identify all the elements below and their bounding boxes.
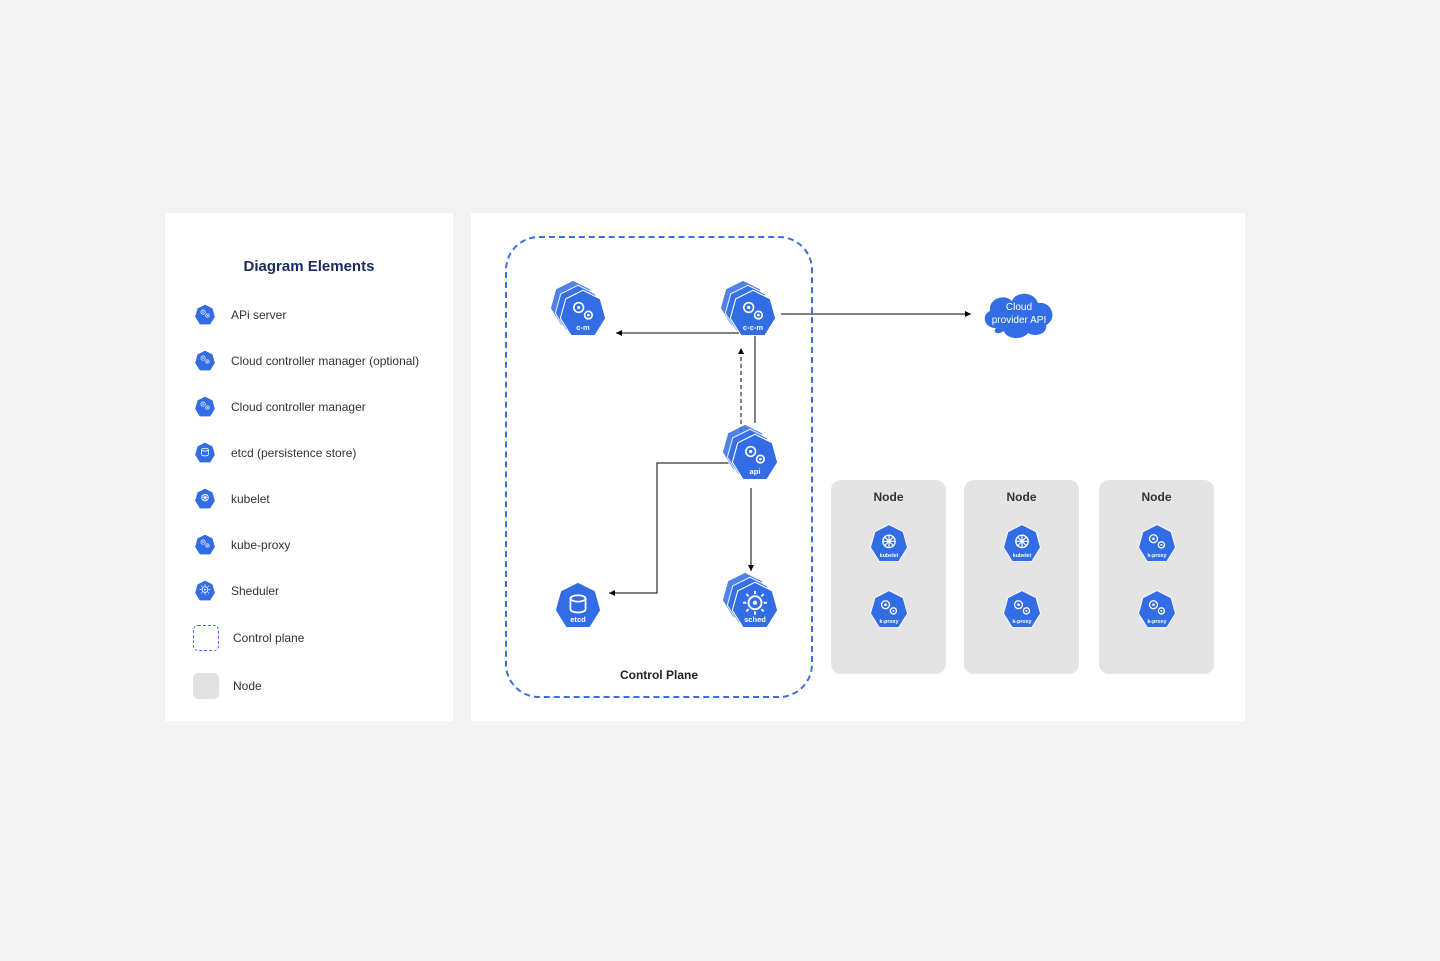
legend-label: kubelet (231, 492, 270, 506)
legend-item-kube-proxy: kube-proxy (193, 533, 425, 557)
kube-proxy-icon: k-proxy (1135, 522, 1179, 566)
worker-node-1: Node kubelet k-proxy (831, 480, 946, 674)
cloud-provider-api: Cloud provider API (976, 283, 1062, 343)
kube-proxy-icon (193, 533, 217, 557)
svg-text:c-c-m: c-c-m (743, 323, 763, 332)
kubelet-icon: kubelet (867, 522, 911, 566)
legend-label: Node (233, 679, 262, 693)
legend-item-etcd: etcd (persistence store) (193, 441, 425, 465)
etcd-icon (193, 441, 217, 465)
legend-title: Diagram Elements (193, 258, 425, 275)
legend-panel: Diagram Elements APi server Cloud contro… (165, 213, 453, 721)
cloud-label-1: Cloud (1006, 302, 1032, 313)
diagram-panel: Control Plane c-m (471, 213, 1245, 721)
node-swatch (193, 673, 219, 699)
kube-proxy-icon: k-proxy (1000, 588, 1044, 632)
kubelet-icon: kubelet (1000, 522, 1044, 566)
legend-item-control-plane: Control plane (193, 625, 425, 651)
worker-node-3: Node k-proxy k-proxy (1099, 480, 1214, 674)
cloud-controller-icon (193, 395, 217, 419)
svg-text:kubelet: kubelet (1012, 553, 1031, 559)
kubelet-icon (193, 487, 217, 511)
worker-node-2: Node kubelet k-proxy (964, 480, 1079, 674)
svg-text:sched: sched (744, 615, 766, 624)
cloud-label-2: provider API (992, 315, 1046, 326)
legend-label: APi server (231, 308, 286, 322)
node-title: Node (874, 490, 904, 504)
controller-manager-node: c-m (556, 287, 610, 341)
svg-text:k-proxy: k-proxy (1012, 619, 1031, 625)
legend-item-kubelet: kubelet (193, 487, 425, 511)
svg-text:k-proxy: k-proxy (1147, 619, 1166, 625)
node-title: Node (1142, 490, 1172, 504)
kube-proxy-icon: k-proxy (867, 588, 911, 632)
api-server-icon (193, 303, 217, 327)
control-plane-label: Control Plane (507, 668, 811, 682)
svg-text:kubelet: kubelet (879, 553, 898, 559)
legend-item-node: Node (193, 673, 425, 699)
api-server-node: api (728, 431, 782, 485)
legend-label: Cloud controller manager (231, 400, 366, 414)
control-plane-swatch (193, 625, 219, 651)
legend-label: etcd (persistence store) (231, 446, 356, 460)
legend-label: Cloud controller manager (optional) (231, 354, 419, 368)
svg-text:etcd: etcd (570, 615, 586, 624)
scheduler-node: sched (728, 579, 782, 633)
svg-text:c-m: c-m (576, 323, 590, 332)
legend-item-cloud-controller: Cloud controller manager (193, 395, 425, 419)
legend-label: Control plane (233, 631, 304, 645)
svg-text:k-proxy: k-proxy (879, 619, 898, 625)
kube-proxy-icon: k-proxy (1135, 588, 1179, 632)
legend-label: kube-proxy (231, 538, 290, 552)
legend-item-api-server: APi server (193, 303, 425, 327)
legend-item-cloud-controller-optional: Cloud controller manager (optional) (193, 349, 425, 373)
cloud-controller-manager-node: c-c-m (726, 287, 780, 341)
scheduler-icon (193, 579, 217, 603)
svg-text:k-proxy: k-proxy (1147, 553, 1166, 559)
svg-text:api: api (750, 467, 761, 476)
node-title: Node (1007, 490, 1037, 504)
etcd-node: etcd (551, 579, 605, 633)
legend-label: Sheduler (231, 584, 279, 598)
cloud-controller-icon (193, 349, 217, 373)
legend-item-scheduler: Sheduler (193, 579, 425, 603)
